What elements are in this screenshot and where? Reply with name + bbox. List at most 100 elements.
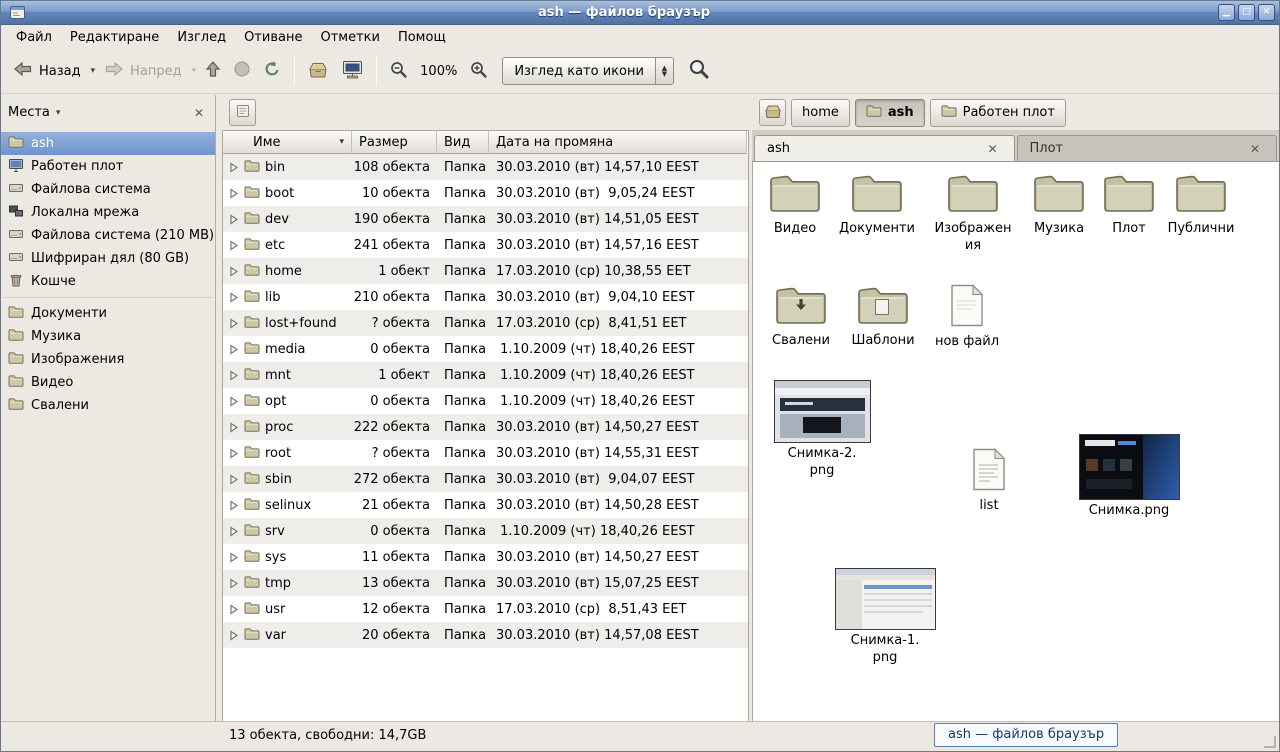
column-header-0[interactable]: Име▾	[223, 131, 352, 154]
computer-button[interactable]	[335, 54, 370, 89]
expander-icon[interactable]	[228, 370, 239, 381]
icon-item-list[interactable]: list	[949, 448, 1029, 515]
expander-icon[interactable]	[228, 292, 239, 303]
home-button[interactable]	[301, 55, 335, 88]
places-selector[interactable]: Места ▾	[8, 105, 63, 120]
sidebar-item-2[interactable]: Файлова система	[1, 178, 215, 201]
icon-item-нов-файл[interactable]: нов файл	[927, 284, 1007, 351]
sidebar-item-8[interactable]: Музика	[1, 325, 215, 348]
icon-item-Документи[interactable]: Документи	[837, 172, 917, 238]
table-row[interactable]: opt0 обектаПапка 1.10.2009 (чт) 18,40,26…	[223, 388, 748, 414]
expander-icon[interactable]	[228, 552, 239, 563]
sidebar-item-9[interactable]: Изображения	[1, 348, 215, 371]
table-row[interactable]: srv0 обектаПапка 1.10.2009 (чт) 18,40,26…	[223, 518, 748, 544]
expander-icon[interactable]	[228, 240, 239, 251]
sidebar-item-3[interactable]: Локална мрежа	[1, 201, 215, 224]
zoom-out-button[interactable]	[383, 55, 414, 88]
menu-item-1[interactable]: Редактиране	[61, 27, 168, 48]
column-header-2[interactable]: Вид	[437, 131, 489, 154]
table-row[interactable]: var20 обектаПапка30.03.2010 (вт) 14,57,0…	[223, 622, 748, 648]
breadcrumb-home[interactable]: home	[791, 99, 850, 127]
expander-icon[interactable]	[228, 318, 239, 329]
sidebar-item-1[interactable]: Работен плот	[1, 155, 215, 178]
resize-grip[interactable]	[1264, 736, 1276, 748]
table-row[interactable]: lost+found? обектаПапка17.03.2010 (ср) 8…	[223, 310, 748, 336]
table-row[interactable]: selinux21 обектаПапка30.03.2010 (вт) 14,…	[223, 492, 748, 518]
expander-icon[interactable]	[228, 474, 239, 485]
sidebar-item-0[interactable]: ash	[1, 132, 215, 155]
expander-icon[interactable]	[228, 214, 239, 225]
icon-item-Свалени[interactable]: Свалени	[761, 284, 841, 350]
reload-button[interactable]	[257, 55, 288, 88]
menu-item-4[interactable]: Отметки	[311, 27, 388, 48]
tab-Плот[interactable]: Плот✕	[1017, 135, 1278, 161]
table-row[interactable]: boot10 обектаПапка30.03.2010 (вт) 9,05,2…	[223, 180, 748, 206]
breadcrumb-Работен плот[interactable]: Работен плот	[930, 99, 1066, 127]
icon-item-Видео[interactable]: Видео	[755, 172, 835, 238]
sidebar-close-button[interactable]: ✕	[190, 105, 208, 121]
expander-icon[interactable]	[228, 526, 239, 537]
expander-icon[interactable]	[228, 448, 239, 459]
tab-close-button[interactable]: ✕	[1246, 141, 1264, 157]
menu-item-3[interactable]: Отиване	[235, 27, 311, 48]
menu-item-0[interactable]: Файл	[7, 27, 61, 48]
table-row[interactable]: bin108 обектаПапка30.03.2010 (вт) 14,57,…	[223, 154, 748, 180]
forward-button[interactable]: Напред	[98, 56, 188, 86]
table-row[interactable]: etc241 обектаПапка30.03.2010 (вт) 14,57,…	[223, 232, 748, 258]
spinner-arrows-icon[interactable]: ▲▼	[655, 58, 673, 84]
places-drawer-button[interactable]	[759, 99, 786, 126]
icon-view[interactable]: ВидеоДокументиИзображен ияМузикаПлотПубл…	[752, 162, 1279, 721]
table-row[interactable]: sys11 обектаПапка30.03.2010 (вт) 14,50,2…	[223, 544, 748, 570]
expander-icon[interactable]	[228, 578, 239, 589]
expander-icon[interactable]	[228, 162, 239, 173]
titlebar[interactable]: ash — файлов браузър ▁ □ ✕	[1, 1, 1279, 25]
expander-icon[interactable]	[228, 344, 239, 355]
table-row[interactable]: lib210 обектаПапка30.03.2010 (вт) 9,04,1…	[223, 284, 748, 310]
icon-item-Музика[interactable]: Музика	[1019, 172, 1099, 238]
stop-button[interactable]	[227, 55, 257, 87]
icon-item-Публични[interactable]: Публични	[1161, 172, 1241, 238]
icon-item-Снимка.png[interactable]: Снимка.png	[1075, 434, 1183, 520]
icon-item-Плот[interactable]: Плот	[1089, 172, 1169, 238]
view-mode-select[interactable]: Изглед като икони ▲▼	[502, 57, 674, 85]
pane-notebook-button[interactable]	[229, 99, 256, 126]
table-row[interactable]: sbin272 обектаПапка30.03.2010 (вт) 9,04,…	[223, 466, 748, 492]
expander-icon[interactable]	[228, 422, 239, 433]
table-row[interactable]: root? обектаПапка30.03.2010 (вт) 14,55,3…	[223, 440, 748, 466]
up-button[interactable]	[199, 55, 227, 87]
menu-item-5[interactable]: Помощ	[389, 27, 455, 48]
sidebar-item-5[interactable]: Шифриран дял (80 GB)	[1, 247, 215, 270]
table-row[interactable]: media0 обектаПапка 1.10.2009 (чт) 18,40,…	[223, 336, 748, 362]
table-row[interactable]: home1 обектПапка17.03.2010 (ср) 10,38,55…	[223, 258, 748, 284]
icon-item-Шаблони[interactable]: Шаблони	[843, 284, 923, 350]
maximize-button[interactable]: □	[1238, 4, 1255, 21]
sidebar-item-6[interactable]: Кошче	[1, 270, 215, 293]
sidebar-item-11[interactable]: Свалени	[1, 394, 215, 417]
expander-icon[interactable]	[228, 266, 239, 277]
table-row[interactable]: tmp13 обектаПапка30.03.2010 (вт) 15,07,2…	[223, 570, 748, 596]
tab-close-button[interactable]: ✕	[983, 141, 1001, 157]
column-header-3[interactable]: Дата на промяна	[489, 131, 747, 154]
sidebar-item-4[interactable]: Файлова система (210 MB)	[1, 224, 215, 247]
expander-icon[interactable]	[228, 396, 239, 407]
back-button[interactable]: Назад	[7, 56, 88, 86]
icon-item-Снимка-2.-png[interactable]: Снимка-2. png	[768, 380, 876, 480]
table-row[interactable]: usr12 обектаПапка17.03.2010 (ср) 8,51,43…	[223, 596, 748, 622]
table-row[interactable]: mnt1 обектПапка 1.10.2009 (чт) 18,40,26 …	[223, 362, 748, 388]
expander-icon[interactable]	[228, 500, 239, 511]
tab-ash[interactable]: ash✕	[754, 135, 1015, 161]
menu-item-2[interactable]: Изглед	[168, 27, 235, 48]
zoom-in-button[interactable]	[463, 55, 494, 88]
breadcrumb-ash[interactable]: ash	[855, 99, 925, 127]
expander-icon[interactable]	[228, 188, 239, 199]
column-header-1[interactable]: Размер	[352, 131, 437, 154]
sidebar-item-7[interactable]: Документи	[1, 302, 215, 325]
search-button[interactable]	[682, 53, 716, 89]
expander-icon[interactable]	[228, 630, 239, 641]
back-dropdown-icon[interactable]: ▾	[88, 66, 99, 76]
forward-dropdown-icon[interactable]: ▾	[189, 66, 200, 76]
sidebar-item-10[interactable]: Видео	[1, 371, 215, 394]
expander-icon[interactable]	[228, 604, 239, 615]
close-button[interactable]: ✕	[1258, 4, 1275, 21]
icon-item-Снимка-1.-png[interactable]: Снимка-1. png	[831, 568, 939, 667]
